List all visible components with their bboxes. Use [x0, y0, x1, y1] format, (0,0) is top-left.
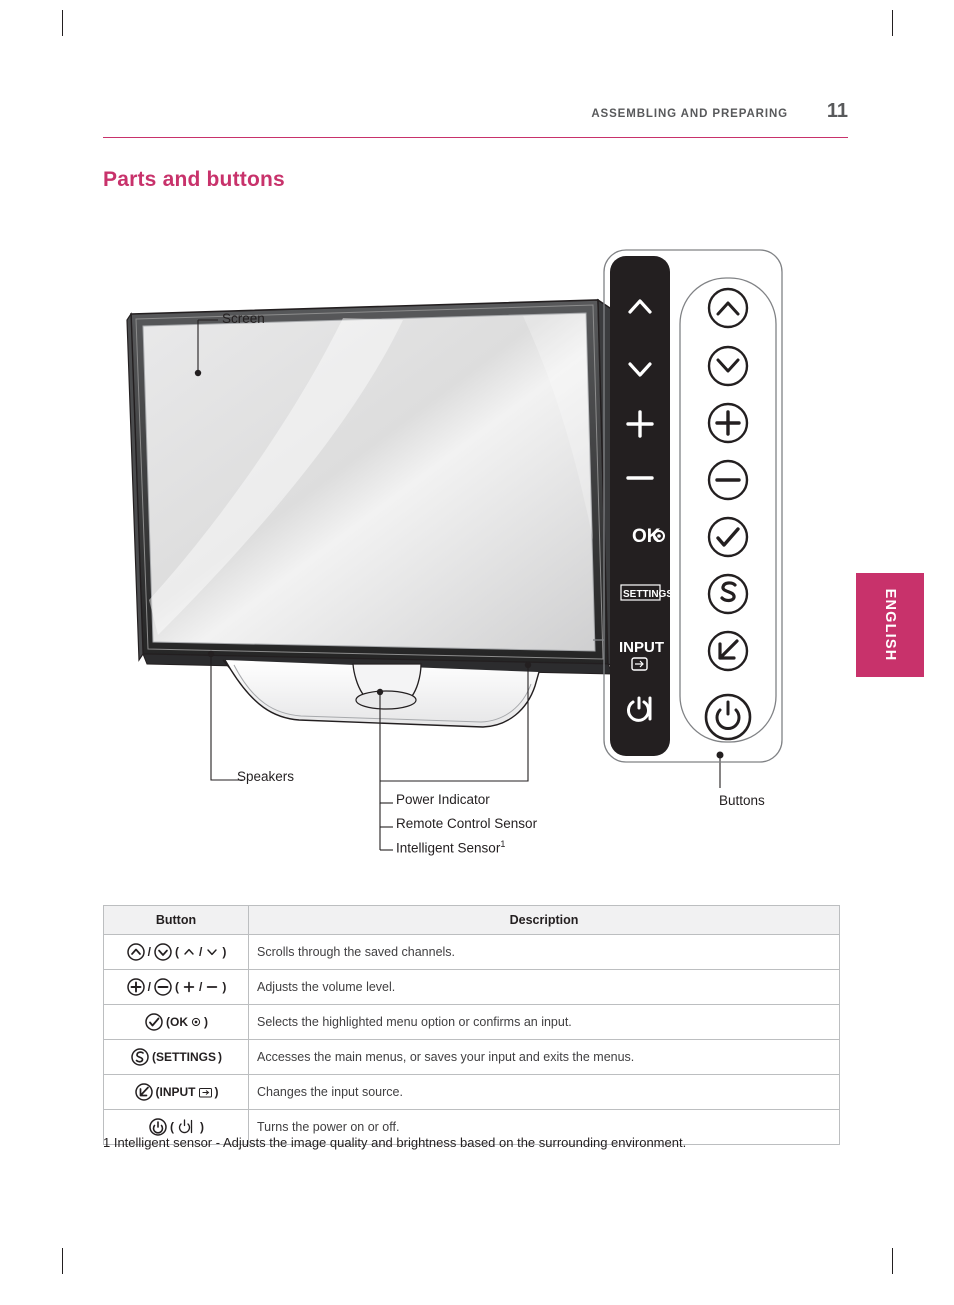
table-cell-button: (SETTINGS ): [103, 1039, 249, 1075]
table-row: / ( / ) Scrolls through the saved channe…: [103, 934, 840, 970]
callout-label-remote-control-sensor: Remote Control Sensor: [396, 816, 538, 831]
paren-close-5: ): [214, 1085, 219, 1099]
svg-text:OK: OK: [632, 526, 661, 547]
callout-label-intelligent-sensor-text: Intelligent Sensor: [396, 840, 501, 856]
button-glyph-column: [704, 287, 752, 741]
table-cell-button: / ( / ): [103, 969, 249, 1005]
tv-body: [126, 298, 624, 675]
settings-icon: [131, 1048, 149, 1066]
page-title: Parts and buttons: [103, 168, 285, 191]
table-header-button: Button: [103, 905, 249, 935]
callout-label-screen: Screen: [222, 311, 265, 326]
channel-up-button: [707, 287, 749, 329]
table-row: / ( / ) Adjusts the volume level.: [103, 969, 840, 1005]
minus-icon: [207, 986, 218, 988]
input-button: [707, 630, 749, 672]
settings-label: (SETTINGS: [151, 1050, 216, 1064]
power-button: [704, 693, 752, 741]
svg-text:INPUT: INPUT: [619, 639, 664, 656]
volume-up-button: [707, 402, 749, 444]
callout-label-intelligent-sensor-footnote: 1: [500, 839, 506, 849]
volume-up-icon: [126, 978, 145, 996]
ok-dot-icon: [191, 1017, 201, 1027]
channel-up-icon: [126, 943, 145, 961]
chevron-up-icon: [184, 948, 194, 955]
paren-close-4: ): [218, 1050, 222, 1064]
power-standby-icon: [178, 1119, 193, 1134]
table-cell-button: / ( / ): [103, 934, 249, 970]
settings-button: [707, 573, 749, 615]
paren-close-3: ): [204, 1015, 208, 1029]
table-row: (OK ) Selects the highlighted menu optio…: [103, 1004, 840, 1040]
table-cell-description: Selects the highlighted menu option or c…: [248, 1004, 840, 1040]
table-cell-description: Accesses the main menus, or saves your i…: [248, 1039, 840, 1075]
plus-icon: [183, 981, 195, 993]
table-cell-description: Scrolls through the saved channels.: [248, 934, 840, 970]
table-row: (SETTINGS ) Accesses the main menus, or …: [103, 1039, 840, 1075]
language-tab-label: ENGLISH: [882, 588, 898, 662]
paren-close-2: ): [222, 980, 227, 994]
channel-down-button: [707, 345, 749, 387]
paren-open-1: (: [175, 945, 179, 959]
slash-separator-2: /: [199, 945, 203, 959]
table-cell-button: (OK ): [103, 1004, 249, 1040]
volume-down-button: [707, 459, 749, 501]
footnote: 1 Intelligent sensor - Adjusts the image…: [103, 1135, 687, 1150]
volume-down-icon: [154, 978, 172, 996]
table-header-description: Description: [248, 905, 840, 935]
ok-check-icon: [145, 1013, 163, 1031]
callout-label-buttons: Buttons: [719, 793, 765, 808]
page-number: 11: [826, 100, 848, 122]
control-panel-strip: OK SETTINGS INPUT: [610, 256, 673, 756]
input-icon: [134, 1083, 153, 1101]
button-description-table: Button Description / ( / ) Scrolls throu…: [103, 905, 840, 1145]
language-tab: ENGLISH: [856, 573, 924, 677]
header-divider: [103, 137, 848, 138]
paren-close-1: ): [222, 945, 227, 959]
slash-separator-3: /: [147, 980, 151, 994]
svg-text:SETTINGS: SETTINGS: [623, 589, 673, 600]
chevron-down-icon: [207, 949, 218, 956]
manual-page: ASSEMBLING AND PREPARING 11 Parts and bu…: [0, 0, 954, 1305]
table-cell-description: Changes the input source.: [248, 1074, 840, 1110]
table-header-row: Button Description: [103, 905, 840, 935]
paren-open-6: (: [170, 1120, 174, 1134]
tv-diagram: OK SETTINGS INPUT Screen Speakers Power …: [103, 240, 848, 870]
table-cell-description: Adjusts the volume level.: [248, 969, 840, 1005]
callout-label-speakers: Speakers: [237, 769, 295, 784]
input-label: (INPUT: [155, 1085, 196, 1099]
slash-separator-4: /: [199, 980, 203, 994]
callout-label-power-indicator: Power Indicator: [396, 792, 490, 807]
ok-button: [707, 516, 749, 558]
input-source-icon: [198, 1087, 212, 1097]
slash-separator-1: /: [147, 945, 151, 959]
table-row: (INPUT ) Changes the input source.: [103, 1074, 840, 1110]
paren-open-2: (: [175, 980, 179, 994]
ok-label: (OK: [166, 1015, 188, 1029]
channel-down-icon: [154, 943, 172, 961]
power-button-icon: [149, 1118, 167, 1136]
paren-close-6: ): [200, 1120, 204, 1134]
breadcrumb: ASSEMBLING AND PREPARING: [591, 108, 788, 120]
table-cell-button: (INPUT ): [103, 1074, 249, 1110]
callout-label-intelligent-sensor: Intelligent Sensor1: [396, 839, 505, 856]
